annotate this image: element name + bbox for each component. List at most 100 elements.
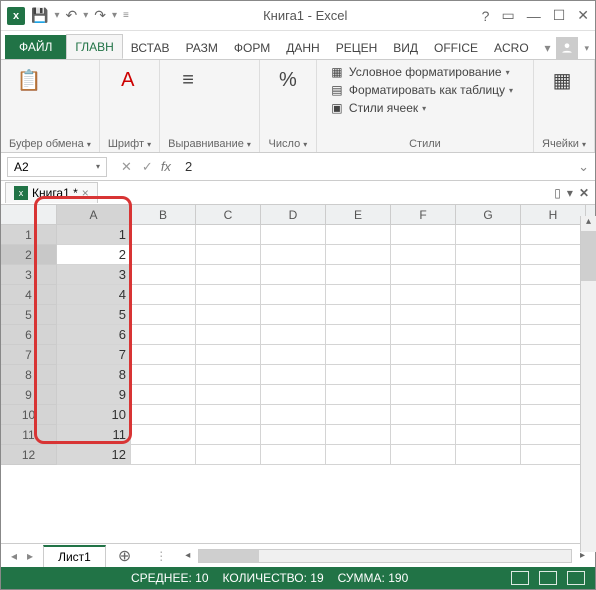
number-dropdown-icon[interactable]: ▾ [303,140,307,149]
tab-file[interactable]: ФАЙЛ [5,35,66,59]
qat-dropdown-icon[interactable]: ▾ [54,10,59,21]
vscroll-track[interactable]: ▴ [580,216,596,552]
cell[interactable] [196,445,261,465]
view-normal-icon[interactable] [511,571,529,585]
tab-layout[interactable]: РАЗМ [178,36,226,59]
cell[interactable] [196,285,261,305]
account-avatar[interactable] [556,37,578,59]
account-dropdown-icon[interactable]: ▾ [584,43,589,54]
cell[interactable] [196,405,261,425]
tab-overflow-icon[interactable]: ▾ [544,41,550,55]
cell[interactable] [456,305,521,325]
cell[interactable]: 11 [57,425,131,445]
cell[interactable] [196,245,261,265]
cell[interactable] [196,225,261,245]
cell[interactable] [131,225,196,245]
cell[interactable] [521,445,586,465]
clipboard-dropdown-icon[interactable]: ▾ [87,140,91,149]
cell[interactable] [261,305,326,325]
cell[interactable] [391,285,456,305]
cell[interactable] [326,265,391,285]
cell[interactable] [131,385,196,405]
cell[interactable]: 3 [57,265,131,285]
cell[interactable] [456,265,521,285]
cell[interactable] [196,325,261,345]
cell[interactable] [261,265,326,285]
cell[interactable] [456,425,521,445]
row-header[interactable]: 12 [1,445,57,465]
col-header-C[interactable]: C [196,205,261,224]
cell[interactable]: 1 [57,225,131,245]
cell[interactable] [391,445,456,465]
cell[interactable] [261,445,326,465]
cell[interactable] [391,305,456,325]
cell[interactable] [131,245,196,265]
row-header[interactable]: 8 [1,365,57,385]
cell[interactable] [261,425,326,445]
tab-acrobat[interactable]: ACRO [486,36,537,59]
cell[interactable] [521,425,586,445]
cell[interactable] [326,385,391,405]
cell[interactable] [456,345,521,365]
select-all-corner[interactable] [1,205,57,224]
col-header-F[interactable]: F [391,205,456,224]
cell[interactable] [326,425,391,445]
cell[interactable]: 7 [57,345,131,365]
row-header[interactable]: 5 [1,305,57,325]
window-split-icon[interactable]: ▯ [554,186,561,200]
paste-button[interactable]: 📋 [9,64,49,96]
sheet-overflow-icon[interactable]: ⋮ [143,549,181,563]
hscroll-track[interactable] [198,549,572,563]
row-header[interactable]: 9 [1,385,57,405]
vscroll-thumb[interactable] [581,231,596,281]
cell[interactable] [391,425,456,445]
cell[interactable] [131,425,196,445]
cell[interactable] [196,425,261,445]
hscroll-left-icon[interactable]: ◂ [181,550,194,561]
cell[interactable] [456,445,521,465]
minimize-icon[interactable]: — [527,8,541,24]
tab-office[interactable]: OFFICE [426,36,486,59]
cell[interactable] [521,225,586,245]
cell[interactable] [391,245,456,265]
cell[interactable] [521,245,586,265]
name-box-dropdown-icon[interactable]: ▾ [96,162,100,171]
save-icon[interactable]: 💾 [31,7,48,24]
cell-styles-button[interactable]: ▣ Стили ячеек ▾ [329,100,426,116]
help-icon[interactable]: ? [482,8,490,24]
cell[interactable] [261,385,326,405]
undo-icon[interactable]: ↶ [65,7,77,24]
cell[interactable] [326,305,391,325]
cell[interactable] [456,325,521,345]
cell[interactable] [196,305,261,325]
cell[interactable] [456,285,521,305]
tab-insert[interactable]: ВСТАВ [123,36,178,59]
cell[interactable] [456,245,521,265]
cell[interactable] [131,265,196,285]
cell[interactable] [391,265,456,285]
cell[interactable] [326,365,391,385]
cell[interactable] [521,365,586,385]
cell[interactable] [131,365,196,385]
row-header[interactable]: 7 [1,345,57,365]
cell[interactable] [456,385,521,405]
name-box[interactable]: A2 ▾ [7,157,107,177]
tab-home[interactable]: ГЛАВН [66,34,122,59]
cell[interactable]: 12 [57,445,131,465]
col-header-D[interactable]: D [261,205,326,224]
row-header[interactable]: 11 [1,425,57,445]
format-as-table-button[interactable]: ▤ Форматировать как таблицу ▾ [329,82,513,98]
cell[interactable] [521,285,586,305]
cell[interactable] [131,405,196,425]
cancel-formula-icon[interactable]: ✕ [121,159,132,175]
tab-data[interactable]: ДАНН [278,36,327,59]
cell[interactable] [196,385,261,405]
redo-icon[interactable]: ↷ [94,7,106,24]
cell[interactable] [391,385,456,405]
cell[interactable] [196,265,261,285]
font-dropdown-icon[interactable]: ▾ [147,140,151,149]
row-header[interactable]: 1 [1,225,57,245]
cell[interactable] [521,405,586,425]
view-break-icon[interactable] [567,571,585,585]
cells-button[interactable]: ▦ [542,64,582,96]
